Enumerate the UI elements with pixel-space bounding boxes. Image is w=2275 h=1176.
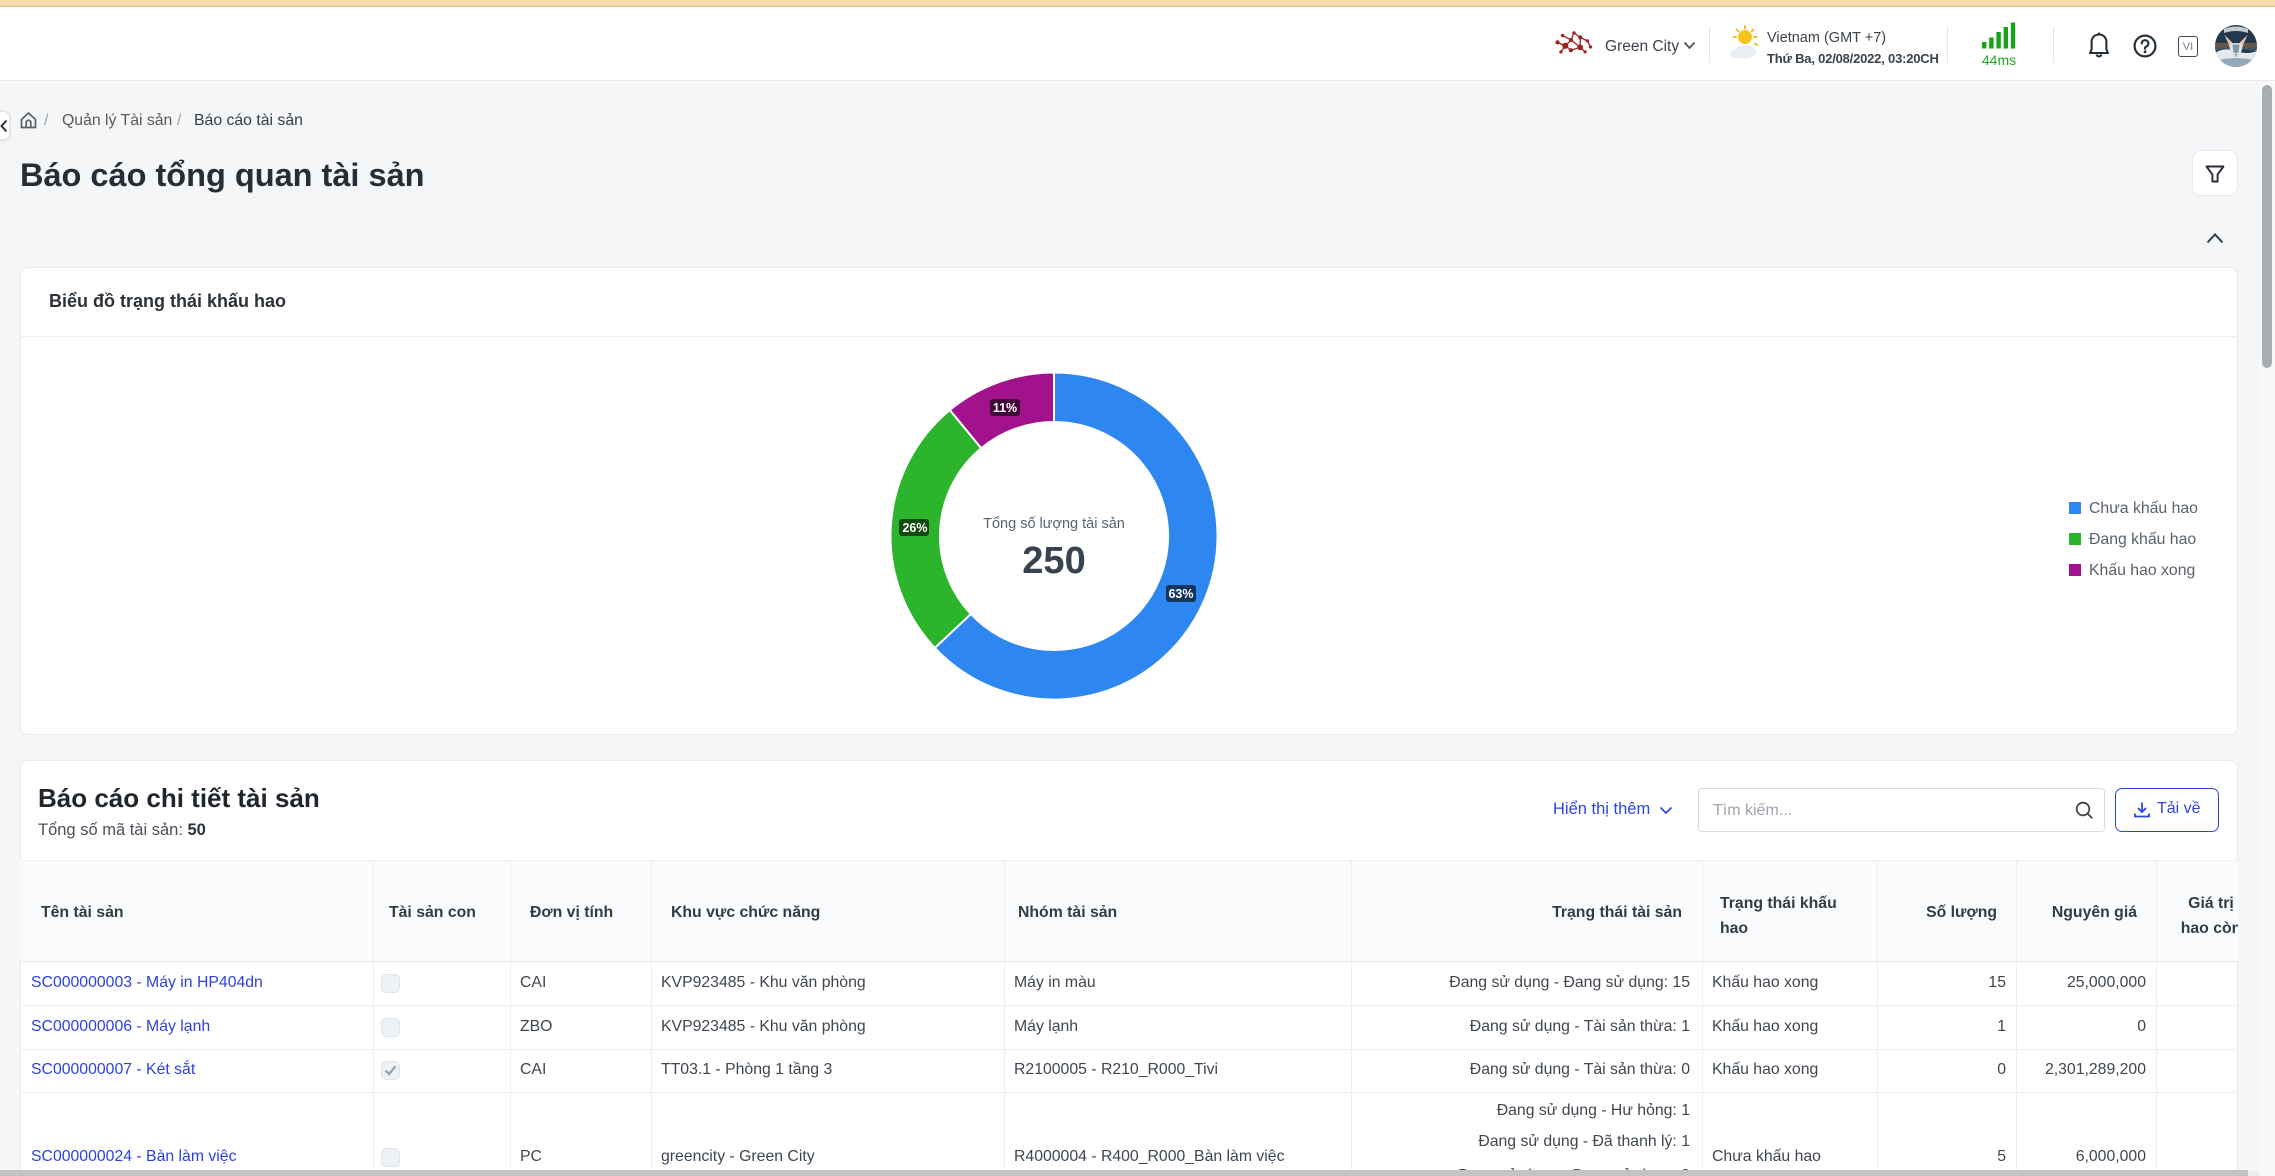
svg-text:63%: 63% <box>1168 587 1193 601</box>
svg-text:11%: 11% <box>993 401 1017 415</box>
